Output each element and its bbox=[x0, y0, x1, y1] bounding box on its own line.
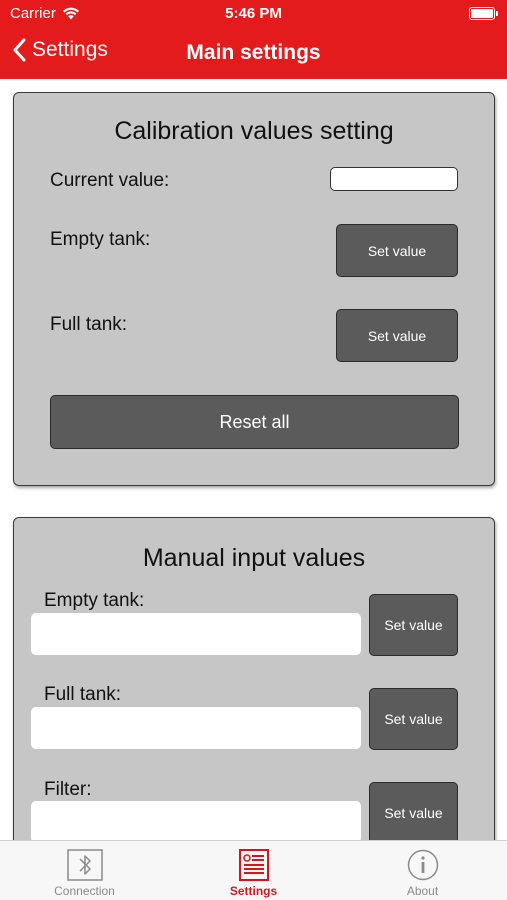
page-title: Main settings bbox=[186, 41, 321, 64]
tab-bar: Connection Settings About bbox=[0, 840, 507, 900]
info-icon bbox=[407, 849, 438, 881]
tab-about-label: About bbox=[406, 884, 439, 898]
manual-full-tank-label: Full tank: bbox=[44, 684, 122, 705]
calibration-panel: Calibration values setting Current value… bbox=[13, 92, 495, 486]
status-bar: Carrier 5:46 PM bbox=[0, 0, 507, 28]
manual-filter-input[interactable] bbox=[31, 801, 361, 843]
manual-empty-tank-input[interactable] bbox=[31, 613, 361, 655]
tab-settings[interactable]: Settings bbox=[169, 841, 338, 900]
settings-document-icon bbox=[238, 849, 269, 881]
calibration-title: Calibration values setting bbox=[114, 117, 394, 145]
bluetooth-icon bbox=[66, 849, 103, 881]
tab-settings-label: Settings bbox=[229, 884, 278, 898]
battery-icon bbox=[469, 7, 498, 20]
calibration-empty-tank-label: Empty tank: bbox=[50, 229, 151, 250]
current-value-field bbox=[330, 167, 458, 191]
status-time: 5:46 PM bbox=[225, 5, 282, 22]
navigation-bar: Settings Main settings bbox=[0, 28, 507, 79]
manual-filter-label: Filter: bbox=[44, 779, 92, 800]
manual-input-panel: Manual input values Empty tank: Set valu… bbox=[13, 517, 495, 877]
manual-empty-tank-label: Empty tank: bbox=[44, 590, 145, 611]
manual-input-title: Manual input values bbox=[142, 544, 366, 572]
calibration-full-tank-label: Full tank: bbox=[50, 314, 128, 335]
manual-empty-set-button[interactable]: Set value bbox=[369, 594, 458, 656]
calibration-full-set-button[interactable]: Set value bbox=[336, 309, 458, 362]
manual-full-set-button[interactable]: Set value bbox=[369, 688, 458, 750]
tab-connection[interactable]: Connection bbox=[0, 841, 169, 900]
tab-connection-label: Connection bbox=[54, 884, 115, 898]
calibration-empty-set-button[interactable]: Set value bbox=[336, 224, 458, 277]
manual-filter-set-button[interactable]: Set value bbox=[369, 782, 458, 844]
current-value-label: Current value: bbox=[50, 170, 170, 191]
reset-all-button[interactable]: Reset all bbox=[50, 395, 459, 449]
tab-about[interactable]: About bbox=[338, 841, 507, 900]
manual-full-tank-input[interactable] bbox=[31, 707, 361, 749]
